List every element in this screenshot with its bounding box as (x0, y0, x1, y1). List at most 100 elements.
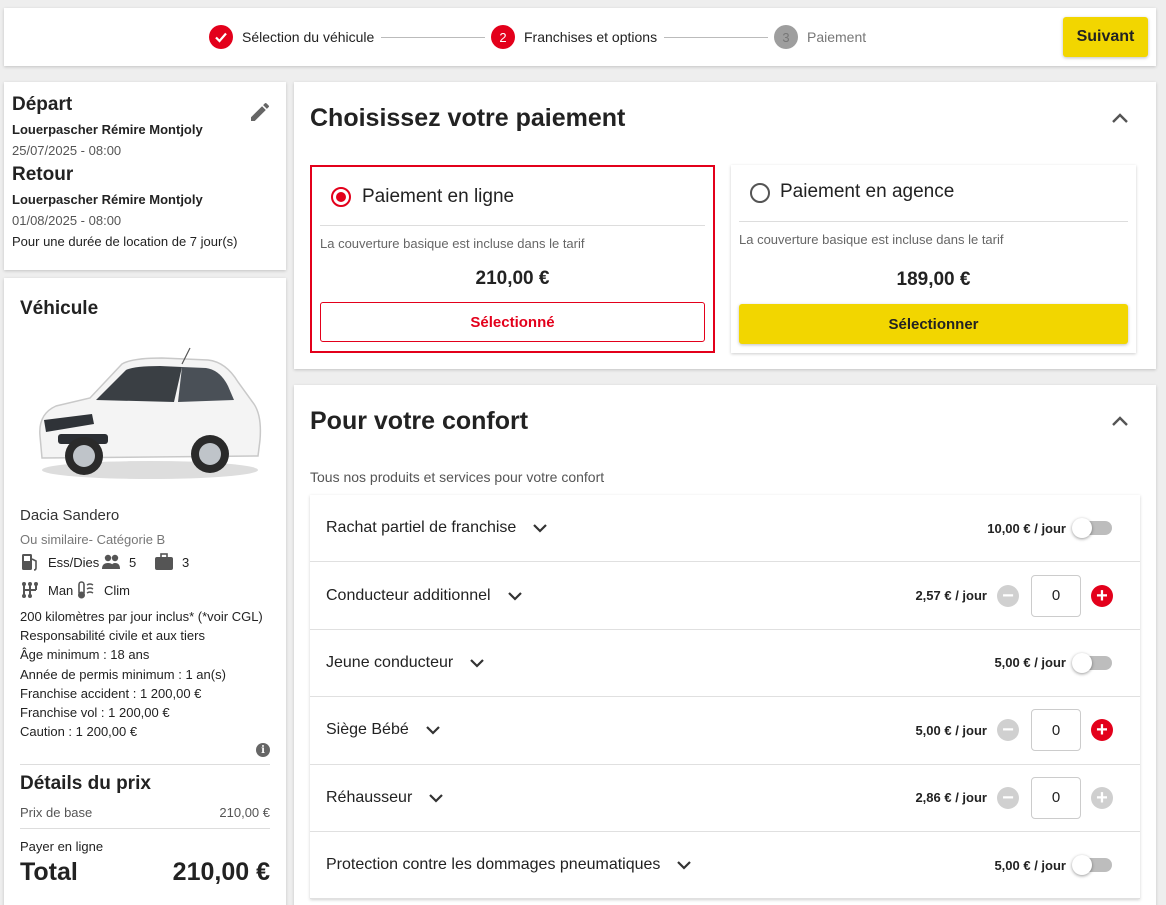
chevron-up-icon[interactable] (1108, 107, 1132, 131)
option-label-text: Siège Bébé (326, 721, 409, 739)
option-label-text: Rachat partiel de franchise (326, 519, 517, 537)
selected-button[interactable]: Sélectionné (320, 302, 705, 342)
condition-mileage: 200 kilomètres par jour inclus* (*voir C… (20, 609, 263, 624)
vehicle-title: Véhicule (20, 298, 99, 319)
option-label[interactable]: Réhausseur (326, 788, 446, 808)
total-value: 210,00 € (172, 858, 270, 886)
option-row-young-driver: Jeune conducteur 5,00 € / jour (310, 630, 1140, 698)
vehicle-category: Ou similaire- Catégorie B (20, 532, 166, 547)
option-row-booster-seat: Réhausseur 2,86 € / jour − 0 + (310, 765, 1140, 832)
comfort-title: Pour votre confort (310, 407, 529, 435)
payment-option-online[interactable]: Paiement en ligne La couverture basique … (310, 165, 715, 353)
seat-count: 5 (129, 554, 137, 570)
option-note: La couverture basique est incluse dans l… (320, 236, 585, 251)
option-name: Paiement en ligne (362, 186, 515, 207)
option-price: 2,57 € / jour (915, 588, 987, 604)
chevron-down-icon[interactable] (505, 586, 525, 606)
chevron-down-icon[interactable] (467, 653, 487, 673)
option-label[interactable]: Jeune conducteur (326, 653, 487, 673)
progress-stepper: Sélection du véhicule 2 Franchises et op… (4, 8, 1156, 66)
feature-fuel: Ess/Dies (20, 552, 99, 572)
return-date: 01/08/2025 - 08:00 (12, 213, 122, 228)
vehicle-card: Véhicule Dacia Sandero Ou similaire- Cat… (4, 278, 286, 905)
payment-title: Choisissez votre paiement (310, 104, 626, 132)
total-label: Total (20, 858, 78, 886)
option-row-tyre-protection: Protection contre les dommages pneumatiq… (310, 832, 1140, 900)
options-list: Rachat partiel de franchise 10,00 € / jo… (310, 495, 1140, 900)
vehicle-conditions: 200 kilomètres par jour inclus* (*voir C… (20, 607, 270, 741)
condition-liability: Responsabilité civile et aux tiers (20, 628, 205, 644)
option-label[interactable]: Protection contre les dommages pneumatiq… (326, 855, 694, 875)
payment-option-agency[interactable]: Paiement en agence La couverture basique… (731, 165, 1136, 353)
car-image (39, 347, 262, 479)
return-place: Louerpascher Rémire Montjoly (12, 192, 203, 207)
plus-icon[interactable]: + (1091, 719, 1113, 742)
divider (20, 764, 270, 765)
divider (739, 221, 1128, 222)
step-label: Franchises et options (524, 29, 658, 45)
condition-theft-deductible: Franchise vol : 1 200,00 € (20, 705, 170, 721)
chevron-down-icon[interactable] (423, 720, 443, 740)
comfort-options-card: Pour votre confort Tous nos produits et … (294, 385, 1156, 905)
info-icon[interactable]: i (256, 743, 270, 757)
option-toggle[interactable] (1072, 652, 1112, 673)
plus-icon[interactable]: + (1091, 584, 1113, 607)
option-note: La couverture basique est incluse dans l… (739, 232, 1004, 247)
option-toggle[interactable] (1072, 855, 1112, 876)
option-row-partial-deductible: Rachat partiel de franchise 10,00 € / jo… (310, 495, 1140, 563)
chevron-up-icon[interactable] (1108, 410, 1132, 434)
option-label[interactable]: Conducteur additionnel (326, 586, 525, 606)
departure-date: 25/07/2025 - 08:00 (12, 143, 122, 158)
suitcase-icon (155, 553, 173, 570)
step-deductibles-options[interactable]: 2 Franchises et options (491, 25, 657, 49)
step-connector (381, 37, 485, 38)
option-price: 5,00 € / jour (915, 722, 987, 738)
pencil-icon[interactable] (248, 100, 272, 124)
option-label[interactable]: Siège Bébé (326, 720, 443, 740)
feature-gearbox: Man (20, 580, 73, 600)
chevron-down-icon[interactable] (530, 518, 550, 538)
step-vehicle-selection[interactable]: Sélection du véhicule (209, 25, 374, 49)
step-label: Sélection du véhicule (242, 29, 375, 45)
base-price-label: Prix de base (20, 805, 93, 820)
minus-icon[interactable]: − (997, 584, 1019, 607)
feature-seats: 5 (101, 552, 136, 572)
departure-title: Départ (12, 94, 73, 115)
price-details-title: Détails du prix (20, 773, 151, 794)
gearbox-type: Man (48, 582, 74, 598)
return-title: Retour (12, 164, 74, 185)
option-label-text: Protection contre les dommages pneumatiq… (326, 856, 661, 874)
minus-icon[interactable]: − (997, 786, 1019, 809)
step-payment[interactable]: 3 Paiement (774, 25, 866, 49)
condition-min-age: Âge minimum : 18 ans (20, 647, 150, 663)
quantity-field[interactable]: 0 (1031, 776, 1081, 819)
fuel-pump-icon (22, 554, 37, 571)
payment-mode: Payer en ligne (20, 839, 104, 854)
option-label-text: Conducteur additionnel (326, 586, 491, 604)
option-row-additional-driver: Conducteur additionnel 2,57 € / jour − 0… (310, 562, 1140, 630)
divider (20, 828, 270, 829)
step-connector (664, 37, 768, 38)
minus-icon[interactable]: − (997, 719, 1019, 742)
next-button[interactable]: Suivant (1063, 17, 1148, 57)
payment-card: Choisissez votre paiement Paiement en li… (294, 82, 1156, 369)
select-button[interactable]: Sélectionner (739, 304, 1128, 344)
rental-duration: Pour une durée de location de 7 jour(s) (12, 234, 238, 249)
base-price-row: Prix de base 210,00 € (20, 805, 270, 820)
people-icon (102, 554, 120, 569)
radio-online[interactable] (331, 187, 351, 207)
ac-label: Clim (104, 582, 130, 598)
chevron-down-icon[interactable] (426, 788, 446, 808)
chevron-down-icon[interactable] (674, 855, 694, 875)
condition-license-years: Année de permis minimum : 1 an(s) (20, 666, 226, 682)
total-row: Total 210,00 € (20, 858, 270, 887)
quantity-field[interactable]: 0 (1031, 574, 1081, 617)
radio-agency[interactable] (750, 183, 770, 203)
option-name: Paiement en agence (780, 181, 955, 202)
option-label[interactable]: Rachat partiel de franchise (326, 518, 550, 538)
option-label-text: Jeune conducteur (326, 653, 454, 671)
quantity-field[interactable]: 0 (1031, 709, 1081, 752)
fuel-type: Ess/Dies (48, 554, 100, 570)
option-toggle[interactable] (1072, 518, 1112, 539)
option-price: 5,00 € / jour (994, 857, 1066, 873)
